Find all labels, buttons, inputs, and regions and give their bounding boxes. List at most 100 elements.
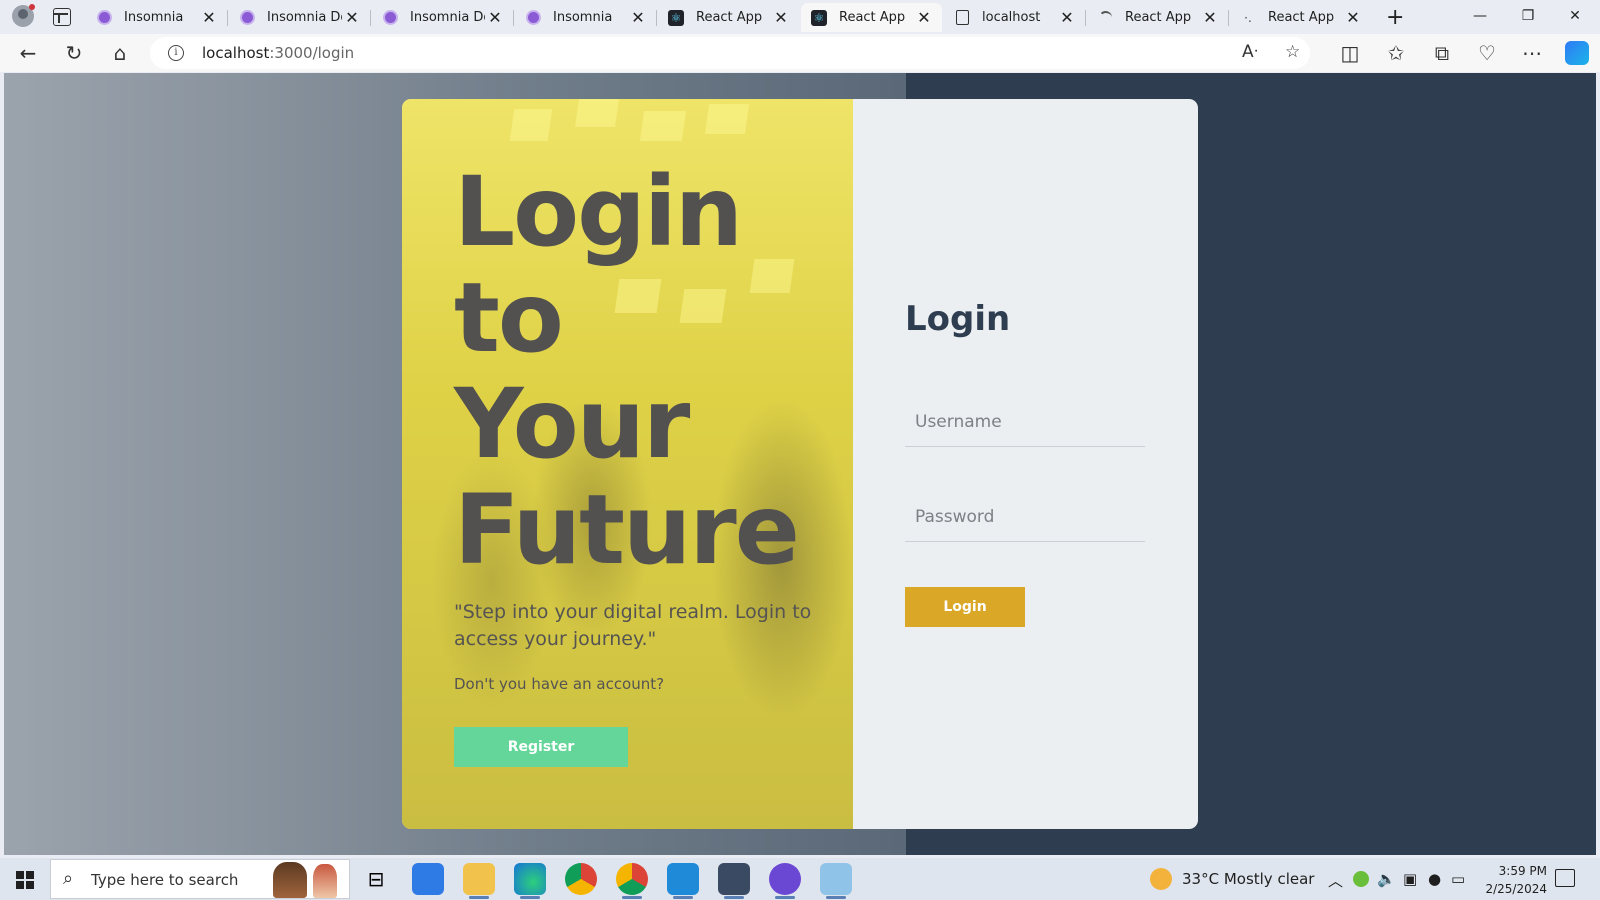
- weather-icon: [1150, 868, 1172, 890]
- tab-react-app-2[interactable]: React App ✕: [1087, 3, 1229, 32]
- page-viewport: Login to Your Future "Step into your dig…: [4, 73, 1596, 855]
- hero-headline: Login to Your Future: [454, 156, 800, 586]
- new-tab-button[interactable]: +: [1386, 5, 1404, 30]
- windows-start-icon[interactable]: [16, 871, 34, 889]
- insomnia-icon: [239, 10, 255, 26]
- search-highlight-image: [273, 862, 307, 898]
- app-icon[interactable]: [820, 863, 852, 899]
- tab-react-app-1[interactable]: ⚛ React App ✕: [658, 3, 799, 32]
- insomnia-icon: [382, 10, 398, 26]
- tagline-quote: "Step into your digital realm. Login to …: [454, 601, 812, 650]
- chrome-profile-icon[interactable]: [616, 863, 648, 899]
- headline-line: Your: [454, 368, 690, 480]
- url-text[interactable]: localhost:3000/login: [202, 44, 354, 62]
- tab-close-icon[interactable]: ✕: [771, 8, 791, 27]
- page-icon: [954, 10, 970, 26]
- vscode-icon[interactable]: [667, 863, 699, 899]
- chrome-icon[interactable]: [565, 863, 597, 895]
- favorites-icon[interactable]: ✩: [1384, 42, 1408, 64]
- microphone-icon[interactable]: ●: [1428, 870, 1441, 888]
- login-card: Login to Your Future "Step into your dig…: [402, 99, 1198, 829]
- system-clock[interactable]: 3:59 PM 2/25/2024: [1467, 862, 1547, 898]
- register-button[interactable]: Register: [454, 727, 628, 767]
- login-button[interactable]: Login: [905, 587, 1025, 627]
- battery-icon[interactable]: ▭: [1451, 870, 1465, 888]
- browser-essentials-icon[interactable]: ♡: [1475, 42, 1499, 64]
- tab-close-icon[interactable]: ✕: [342, 8, 362, 27]
- headline-line: Future: [454, 474, 800, 586]
- app-tray-icon[interactable]: [1353, 871, 1369, 887]
- insomnia-icon: [96, 10, 112, 26]
- tab-title: Insomnia Doc: [410, 10, 485, 25]
- headline-line: to: [454, 262, 564, 374]
- notification-dot: [29, 4, 35, 10]
- volume-icon[interactable]: 🔈: [1377, 870, 1396, 888]
- username-input[interactable]: [905, 397, 1145, 447]
- tab-insomnia-doc-2[interactable]: Insomnia Doc ✕: [372, 3, 514, 32]
- search-icon: ⌕: [63, 868, 74, 889]
- file-explorer-icon[interactable]: [463, 863, 495, 899]
- tab-close-icon[interactable]: ✕: [1200, 8, 1220, 27]
- tab-title: React App: [696, 10, 763, 25]
- more-menu-icon[interactable]: ⋯: [1520, 42, 1544, 64]
- home-icon[interactable]: ⌂: [108, 42, 132, 64]
- search-highlight-image: [313, 864, 337, 898]
- tab-react-app-active[interactable]: ⚛ React App ✕: [801, 3, 942, 32]
- tab-close-icon[interactable]: ✕: [1057, 8, 1077, 27]
- read-aloud-icon[interactable]: Aᐧ: [1242, 42, 1258, 62]
- task-view-icon[interactable]: ⊟: [360, 863, 392, 895]
- tab-localhost[interactable]: localhost ✕: [944, 3, 1086, 32]
- minimize-button[interactable]: —: [1460, 4, 1500, 28]
- favorite-star-icon[interactable]: ☆: [1285, 42, 1300, 62]
- tab-title: React App: [1268, 10, 1335, 25]
- tab-strip: Insomnia ✕ Insomnia Doc ✕ Insomnia Doc ✕…: [0, 0, 1600, 34]
- tab-insomnia-doc-1[interactable]: Insomnia Doc ✕: [229, 3, 371, 32]
- tab-insomnia-1[interactable]: Insomnia ✕: [86, 3, 228, 32]
- restore-button[interactable]: ❐: [1508, 4, 1548, 28]
- edge-icon[interactable]: [514, 863, 546, 899]
- react-icon: ⚛: [811, 9, 827, 26]
- address-bar[interactable]: i localhost:3000/login Aᐧ ☆: [150, 37, 1310, 69]
- tab-close-icon[interactable]: ✕: [628, 8, 648, 27]
- headline-line: Login: [454, 156, 743, 268]
- search-placeholder: Type here to search: [91, 871, 239, 889]
- tab-react-app-3[interactable]: ·. React App ✕: [1230, 3, 1371, 32]
- weather-text[interactable]: 33°C Mostly clear: [1182, 870, 1314, 888]
- form-title: Login: [905, 299, 1011, 339]
- tab-title: Insomnia: [124, 10, 184, 25]
- site-info-icon[interactable]: i: [168, 45, 184, 61]
- tab-title: Insomnia Doc: [267, 10, 342, 25]
- taskbar-search[interactable]: ⌕ Type here to search: [50, 859, 350, 899]
- tab-actions-icon[interactable]: [53, 8, 71, 26]
- refresh-icon[interactable]: ↻: [62, 42, 86, 64]
- tab-title: React App: [1125, 10, 1192, 25]
- show-hidden-icons[interactable]: ︿: [1328, 870, 1343, 891]
- mail-icon[interactable]: [412, 863, 444, 895]
- url-path: :3000/login: [269, 44, 355, 62]
- close-window-button[interactable]: ✕: [1555, 4, 1595, 28]
- taskbar: ⌕ Type here to search ⊟ 33°C Mostly clea…: [0, 858, 1600, 900]
- clock-date: 2/25/2024: [1485, 882, 1547, 896]
- tab-close-icon[interactable]: ✕: [914, 8, 934, 27]
- tab-title: localhost: [982, 10, 1041, 25]
- tab-close-icon[interactable]: ✕: [485, 8, 505, 27]
- notifications-icon[interactable]: [1555, 869, 1575, 887]
- tab-close-icon[interactable]: ✕: [1343, 8, 1363, 27]
- clock-time: 3:59 PM: [1498, 864, 1547, 878]
- login-form: Login Login: [853, 99, 1198, 829]
- tab-close-icon[interactable]: ✕: [199, 8, 219, 27]
- insomnia-app-icon[interactable]: [769, 863, 801, 899]
- sql-server-icon[interactable]: [718, 863, 750, 899]
- split-screen-icon[interactable]: ◫: [1338, 42, 1362, 64]
- url-host: localhost: [202, 44, 270, 62]
- password-input[interactable]: [905, 492, 1145, 542]
- react-icon: ⚛: [668, 9, 684, 26]
- navigation-bar: ← ↻ ⌂ i localhost:3000/login Aᐧ ☆ ◫ ✩ ⧉ …: [0, 34, 1600, 72]
- tab-insomnia-2[interactable]: Insomnia ✕: [515, 3, 657, 32]
- collections-icon[interactable]: ⧉: [1430, 42, 1454, 64]
- back-icon[interactable]: ←: [16, 42, 40, 64]
- device-icon[interactable]: ▣: [1403, 870, 1417, 888]
- copilot-icon[interactable]: [1565, 41, 1589, 65]
- loading-icon: [1097, 10, 1113, 26]
- loading-icon: ·.: [1244, 10, 1252, 25]
